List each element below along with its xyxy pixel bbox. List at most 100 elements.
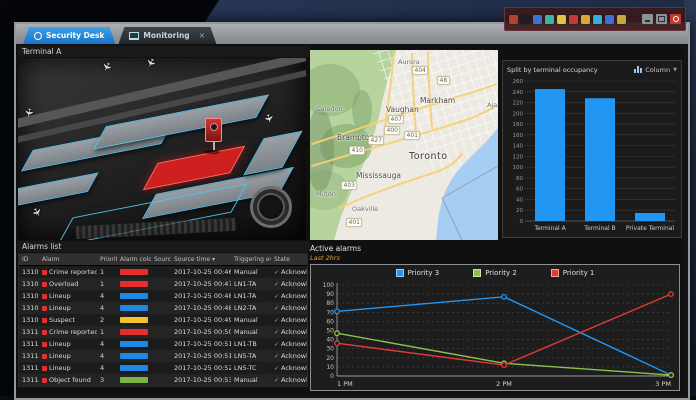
alarm-color-chip [120, 353, 148, 359]
legend-swatch [473, 269, 481, 277]
tab-close-icon[interactable]: × [199, 31, 206, 40]
column-header[interactable]: ID [19, 256, 39, 263]
legend-item[interactable]: Priority 3 [396, 269, 440, 277]
table-row[interactable]: 13110Crime reported12017-10-25 00:50:11M… [19, 326, 307, 338]
legend-item[interactable]: Priority 1 [551, 269, 595, 277]
column-header[interactable]: Alarm [39, 256, 97, 263]
svg-text:200: 200 [513, 111, 524, 117]
tray-icon[interactable] [605, 15, 614, 24]
column-header[interactable]: Triggering event [231, 256, 271, 263]
close-button[interactable] [670, 14, 681, 24]
tray-icon[interactable] [533, 15, 542, 24]
cell-source-time: 2017-10-25 00:47:26 [171, 280, 231, 288]
state-text: Acknowledged (Defa [281, 304, 307, 312]
legend-item[interactable]: Priority 2 [473, 269, 517, 277]
terminal-3d-view[interactable]: ✈✈✈✈✈ [18, 58, 306, 240]
tray-icon[interactable] [509, 15, 518, 24]
table-row[interactable]: 13106Overload12017-10-25 00:47:26LN1-TA✓… [19, 278, 307, 290]
cell-state: ✓Acknowledged (Defa [271, 268, 307, 276]
column-header[interactable]: Priority [97, 256, 117, 263]
table-header-row: IDAlarmPriorityAlarm colorSourceSource t… [19, 254, 307, 266]
table-row[interactable]: 13114Object found32017-10-25 00:53:28Man… [19, 374, 307, 386]
check-icon: ✓ [274, 341, 279, 348]
map-tile[interactable]: AuroraMarkhamVaughanCaledonBramptonToron… [310, 50, 498, 240]
tab-security-desk[interactable]: Security Desk [23, 27, 115, 44]
svg-text:1 PM: 1 PM [337, 380, 353, 388]
bar [585, 98, 615, 221]
security-desk-logo-icon [34, 32, 42, 40]
tray-icon[interactable] [593, 15, 602, 24]
column-header[interactable]: State [271, 256, 307, 263]
table-row[interactable]: 13105Crime reported12017-10-25 00:46:17M… [19, 266, 307, 278]
cell-state: ✓Acknowledged (Defa [271, 328, 307, 336]
table-row[interactable]: 13107Lineup42017-10-25 00:48:16LN1-TA✓Ac… [19, 290, 307, 302]
tray-icon[interactable] [557, 15, 566, 24]
alarm-name: Lineup [49, 364, 71, 372]
cell-source-time: 2017-10-25 00:52:13 [171, 364, 231, 372]
chart-type-dropdown[interactable]: Column ▼ [634, 66, 677, 74]
table-row[interactable]: 13108Lineup42017-10-25 00:48:55LN2-TA✓Ac… [19, 302, 307, 314]
svg-text:120: 120 [513, 154, 524, 160]
map-place-label: Milton [316, 190, 336, 198]
tray-icon[interactable] [617, 15, 626, 24]
cell-alarm-color [117, 317, 151, 323]
tray-icon[interactable] [521, 15, 530, 24]
table-row[interactable]: 13112Lineup42017-10-25 00:51:59LN5-TA✓Ac… [19, 350, 307, 362]
svg-text:100: 100 [513, 165, 524, 171]
svg-text:180: 180 [513, 122, 524, 128]
window-content: Terminal A ✈✈✈✈✈ Alarms list IDAlarmPrio… [16, 44, 684, 394]
system-tray [504, 7, 686, 31]
cell-alarm-color [117, 353, 151, 359]
state-text: Acknowledged (Defa [281, 340, 307, 348]
tab-monitoring[interactable]: Monitoring × [118, 27, 216, 44]
svg-text:160: 160 [513, 133, 524, 139]
cell-alarm: Lineup [39, 364, 97, 372]
svg-text:50: 50 [326, 328, 334, 335]
cell-state: ✓Acknowledged (Defa [271, 340, 307, 348]
column-header[interactable]: Source time ▾ [171, 256, 231, 263]
column-header[interactable]: Alarm color [117, 256, 151, 263]
table-row[interactable]: 13111Lineup42017-10-25 00:51:36LN1-TB✓Ac… [19, 338, 307, 350]
svg-text:60: 60 [326, 318, 334, 325]
svg-text:80: 80 [516, 176, 523, 182]
line-chart-plot: 01020304050607080901001 PM2 PM3 PM [311, 280, 679, 394]
cell-source-time: 2017-10-25 00:51:36 [171, 340, 231, 348]
cell-trigger: Manual [231, 268, 271, 276]
check-icon: ✓ [274, 293, 279, 300]
alarm-name: Suspect [49, 316, 75, 324]
cell-alarm-color [117, 329, 151, 335]
state-text: Acknowledged (Defa [281, 280, 307, 288]
alarm-bell-icon [42, 294, 47, 299]
alarm-name: Lineup [49, 304, 71, 312]
chart-type-label: Column [645, 66, 670, 74]
alarms-table: IDAlarmPriorityAlarm colorSourceSource t… [18, 253, 308, 387]
alarm-color-chip [120, 365, 148, 371]
column-header[interactable]: Source [151, 256, 171, 263]
line-chart-tile: Priority 3Priority 2Priority 1 010203040… [310, 264, 680, 391]
cell-trigger: Manual [231, 328, 271, 336]
state-text: Acknowledged (Defa [281, 376, 307, 384]
svg-text:10: 10 [326, 364, 334, 371]
svg-text:2 PM: 2 PM [496, 380, 512, 388]
tray-icon[interactable] [569, 15, 578, 24]
table-row[interactable]: 13109Suspect22017-10-25 00:49:42Manual✓A… [19, 314, 307, 326]
minimize-button[interactable] [642, 14, 653, 24]
alarm-bell-icon [42, 270, 47, 275]
legend-swatch [551, 269, 559, 277]
legend-label: Priority 2 [485, 269, 517, 277]
cell-priority: 4 [97, 352, 117, 360]
state-text: Acknowledged (Defa [281, 328, 307, 336]
tray-icon[interactable] [581, 15, 590, 24]
chevron-down-icon: ▼ [673, 67, 677, 73]
svg-text:90: 90 [326, 291, 334, 298]
alarm-bell-icon [42, 282, 47, 287]
maximize-button[interactable] [656, 14, 667, 24]
tray-icon[interactable] [545, 15, 554, 24]
cell-alarm: Crime reported [39, 268, 97, 276]
highway-shield: 427 [368, 136, 384, 145]
cell-id: 13114 [19, 376, 39, 384]
alarm-pin-icon[interactable] [205, 118, 222, 142]
alarm-bell-icon [42, 354, 47, 359]
airplane-icon: ✈ [99, 60, 115, 74]
table-row[interactable]: 13113Lineup42017-10-25 00:52:13LN5-TC✓Ac… [19, 362, 307, 374]
